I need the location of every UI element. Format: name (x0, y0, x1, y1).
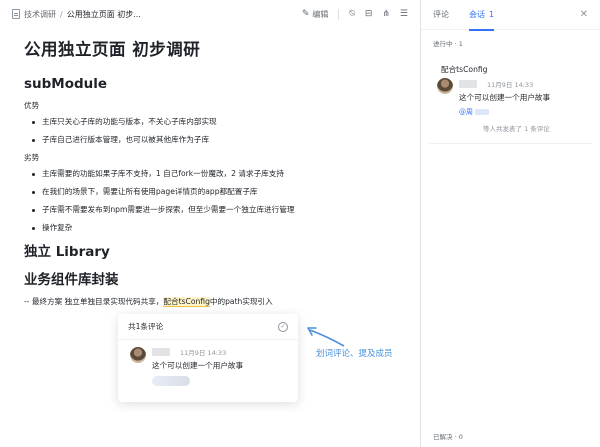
blurred-mention (475, 109, 489, 115)
close-icon[interactable]: ✕ (580, 9, 588, 20)
tab-comments-label: 评论 (433, 10, 449, 19)
thread-meta: 11月9日 14:33 (459, 79, 586, 89)
final-solution: -- 最终方案 独立单独目录实现代码共享，配合tsConfig中的path实现引… (24, 296, 414, 308)
avatar[interactable] (437, 78, 453, 94)
heading-business: 业务组件库封装 (24, 272, 119, 288)
comment-popover-header: 共1条评论 ✓ (118, 314, 298, 340)
resolved-label[interactable]: 已解决 · 0 (433, 431, 463, 441)
blurred-username (152, 348, 170, 356)
final-suffix: 中的path实现引入 (209, 297, 273, 306)
tab-count-badge: 1 (489, 10, 495, 19)
doc-toolbar: ✎ 编辑 ⍉ ⊟ ⋔ ☰ (301, 8, 408, 20)
avatar[interactable] (130, 347, 146, 363)
thread-mention[interactable]: @周 (459, 107, 586, 117)
comment-thread[interactable]: 配合tsConfig 11月9日 14:33 这个可以创建一个用户故事 @周 等… (429, 56, 592, 144)
outline-list-icon[interactable]: ☰ (400, 9, 408, 19)
reply-summary: 等人共发表了 1 条评论 (483, 125, 550, 133)
pros-label: 优势 (24, 101, 40, 110)
list-item: 子库自己进行版本管理，也可以被其他库作为子库 (30, 134, 414, 146)
thread-text: 这个可以创建一个用户故事 (459, 93, 551, 102)
pros-list: 主库只关心子库的功能与版本，不关心子库内部实现 子库自己进行版本管理，也可以被其… (30, 116, 414, 146)
top-bar: 技术调研 / 公用独立页面 初步... ✎ 编辑 ⍉ ⊟ ⋔ ☰ (0, 0, 420, 28)
thread-date: 11月9日 14:33 (487, 81, 534, 89)
document-body: 公用独立页面 初步调研 subModule 优势 主库只关心子库的功能与版本，不… (24, 36, 414, 312)
comment-count: 共1条评论 (128, 322, 164, 331)
tab-conversations-label: 会话 (469, 10, 485, 19)
in-progress-label: 进行中 · 1 (433, 40, 463, 48)
edit-label: 编辑 (312, 9, 329, 19)
comment-meta: 11月9日 14:33 (152, 347, 288, 357)
page-title: 公用独立页面 初步调研 (24, 40, 201, 59)
edit-button[interactable]: ✎ 编辑 (301, 8, 340, 20)
list-item: 操作复杂 (30, 222, 414, 234)
heading-submodule: subModule (24, 76, 108, 92)
cons-list: 主库需要的功能如果子库不支持，1 自己fork一份魔改，2 请求子库支持 在我们… (30, 168, 414, 234)
thread-quote: 配合tsConfig (441, 65, 488, 74)
cons-label: 劣势 (24, 153, 40, 162)
mention-prefix: @周 (459, 108, 473, 116)
highlighted-text[interactable]: 配合tsConfig (163, 297, 210, 307)
share-icon[interactable]: ⋔ (382, 9, 390, 19)
pencil-icon: ✎ (301, 8, 310, 19)
breadcrumb-root[interactable]: 技术调研 (24, 9, 56, 20)
list-item: 主库需要的功能如果子库不支持，1 自己fork一份魔改，2 请求子库支持 (30, 168, 414, 180)
annotation-label: 划词评论、提及成员 (316, 349, 393, 359)
comment-item: 11月9日 14:33 这个可以创建一个用户故事 (118, 340, 298, 390)
breadcrumb-separator: / (60, 9, 63, 19)
bookmark-icon[interactable]: ⊟ (365, 9, 373, 19)
resolve-check-icon[interactable]: ✓ (278, 321, 288, 332)
heading-library: 独立 Library (24, 244, 110, 260)
comments-panel: 评论 会话 1 ✕ 进行中 · 1 配合tsConfig 11月9日 14:33… (420, 0, 600, 447)
tab-conversations[interactable]: 会话 1 (469, 0, 495, 31)
comment-text: 这个可以创建一个用户故事 (152, 361, 244, 370)
blurred-username (459, 80, 477, 88)
list-item: 子库需不需要发布到npm需要进一步探索，但至少需要一个独立库进行管理 (30, 204, 414, 216)
list-item: 在我们的场景下，需要让所有使用page详情页的app都配置子库 (30, 186, 414, 198)
tab-comments[interactable]: 评论 (433, 0, 449, 30)
document-icon (12, 9, 20, 19)
panel-tabs: 评论 会话 1 ✕ (421, 0, 600, 31)
comment-popover: 共1条评论 ✓ 11月9日 14:33 这个可以创建一个用户故事 (118, 314, 298, 402)
list-item: 主库只关心子库的功能与版本，不关心子库内部实现 (30, 116, 414, 128)
comment-mute-icon[interactable]: ⍉ (349, 9, 354, 19)
final-prefix: -- 最终方案 独立单独目录实现代码共享， (24, 297, 164, 306)
breadcrumb-current: 公用独立页面 初步... (66, 9, 141, 19)
breadcrumb: 技术调研 / 公用独立页面 初步... (12, 9, 141, 20)
mention-chip[interactable] (152, 376, 190, 386)
comment-date: 11月9日 14:33 (180, 349, 227, 357)
